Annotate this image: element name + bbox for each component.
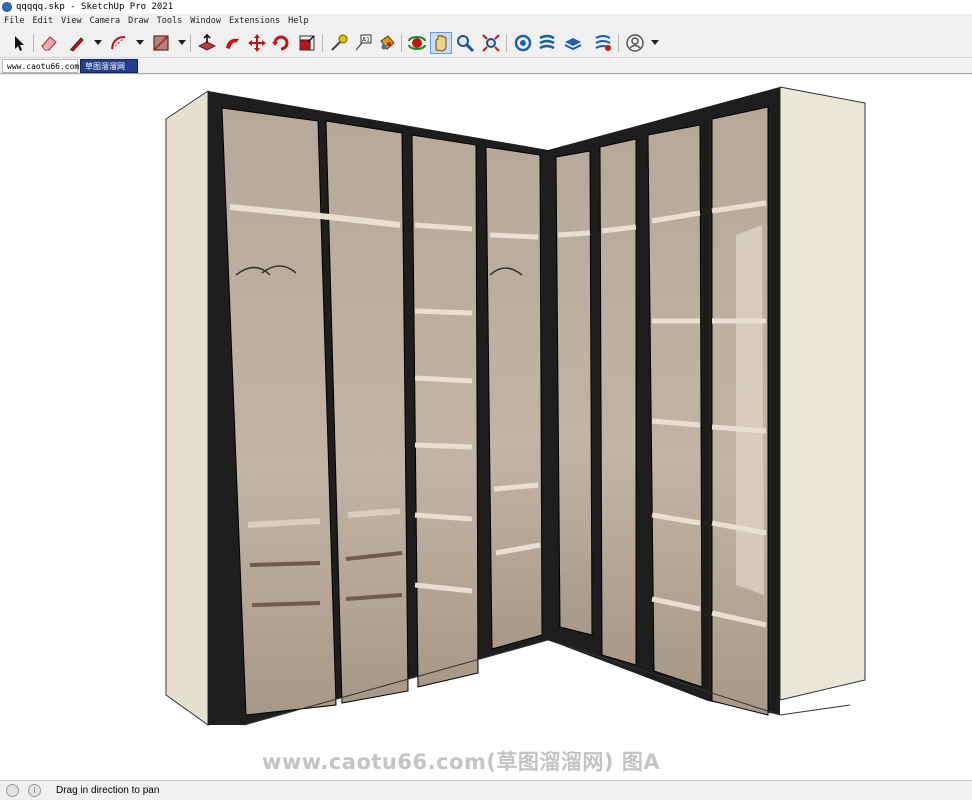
menu-extensions[interactable]: Extensions [229, 14, 280, 28]
move-tool-icon[interactable] [246, 32, 268, 54]
shape-dropdown-arrow[interactable] [178, 40, 186, 45]
shape-rectangle-tool-icon[interactable] [150, 32, 172, 54]
rotate-tool-icon[interactable] [270, 32, 292, 54]
window-titlebar: qqqqq.skp - SketchUp Pro 2021 [0, 0, 972, 14]
menu-bar: File Edit View Camera Draw Tools Window … [0, 14, 972, 28]
arc-tool-icon[interactable] [108, 32, 130, 54]
pencil-line-tool-icon[interactable] [66, 32, 88, 54]
select-tool-icon[interactable] [8, 32, 30, 54]
extension-warehouse-icon[interactable] [536, 32, 558, 54]
status-message: Drag in direction to pan [56, 785, 160, 796]
menu-draw[interactable]: Draw [128, 14, 148, 28]
menu-view[interactable]: View [61, 14, 81, 28]
toolbar-separator [401, 34, 402, 52]
scene-tab-caotu[interactable]: 草图溜溜网 [80, 59, 138, 73]
zoom-extents-tool-icon[interactable] [480, 32, 502, 54]
push-pull-tool-icon[interactable] [196, 32, 218, 54]
toolbar-separator [322, 34, 323, 52]
marble-panel [736, 225, 764, 595]
large-toolbar: A1 [0, 28, 972, 58]
glass-door-3 [411, 134, 479, 688]
toolbar-separator [506, 34, 507, 52]
zoom-tool-icon[interactable] [454, 32, 476, 54]
right-wing-doors [548, 87, 780, 716]
wardrobe-model [165, 86, 866, 726]
geolocation-icon[interactable] [6, 784, 19, 797]
tape-measure-tool-icon[interactable] [328, 32, 350, 54]
glass-door-5 [555, 150, 593, 636]
svg-text:A1: A1 [362, 37, 370, 44]
eraser-tool-icon[interactable] [38, 32, 60, 54]
glass-door-6 [599, 138, 637, 666]
menu-tools[interactable]: Tools [157, 14, 183, 28]
left-side-panel [165, 90, 209, 726]
extension-manager-icon[interactable] [592, 32, 614, 54]
menu-help[interactable]: Help [288, 14, 308, 28]
menu-camera[interactable]: Camera [89, 14, 120, 28]
menu-window[interactable]: Window [190, 14, 221, 28]
status-bar: i Drag in direction to pan [0, 780, 972, 800]
account-icon[interactable] [624, 32, 646, 54]
scale-tool-icon[interactable] [296, 32, 318, 54]
toolbar-separator [33, 34, 34, 52]
orbit-tool-icon[interactable] [406, 32, 428, 54]
menu-edit[interactable]: Edit [32, 14, 52, 28]
pan-tool-icon[interactable] [430, 32, 452, 54]
right-side-panel [779, 86, 866, 701]
window-title: qqqqq.skp - SketchUp Pro 2021 [16, 2, 174, 12]
sketchup-app-icon [2, 2, 12, 12]
warehouse-icon[interactable] [512, 32, 534, 54]
scene-tab-website[interactable]: www.caotu66.com [2, 59, 79, 73]
scene-tabs-bar: www.caotu66.com 草图溜溜网 [0, 58, 972, 74]
left-wing-doors [208, 91, 548, 725]
pencil-dropdown-arrow[interactable] [94, 40, 102, 45]
layout-send-icon[interactable] [562, 32, 584, 54]
text-label-tool-icon[interactable]: A1 [352, 32, 374, 54]
toolbar-separator [190, 34, 191, 52]
watermark-text: www.caotu66.com(草图溜溜网) 图A [262, 750, 661, 774]
toolbar-separator [618, 34, 619, 52]
drawing-viewport[interactable]: www.caotu66.com(草图溜溜网) 图A [0, 75, 972, 780]
follow-me-tool-icon[interactable] [222, 32, 244, 54]
account-dropdown-arrow[interactable] [651, 40, 659, 45]
arc-dropdown-arrow[interactable] [136, 40, 144, 45]
paint-bucket-tool-icon[interactable] [376, 32, 398, 54]
info-icon[interactable]: i [28, 784, 41, 797]
glass-door-4 [485, 146, 543, 650]
menu-file[interactable]: File [4, 14, 24, 28]
